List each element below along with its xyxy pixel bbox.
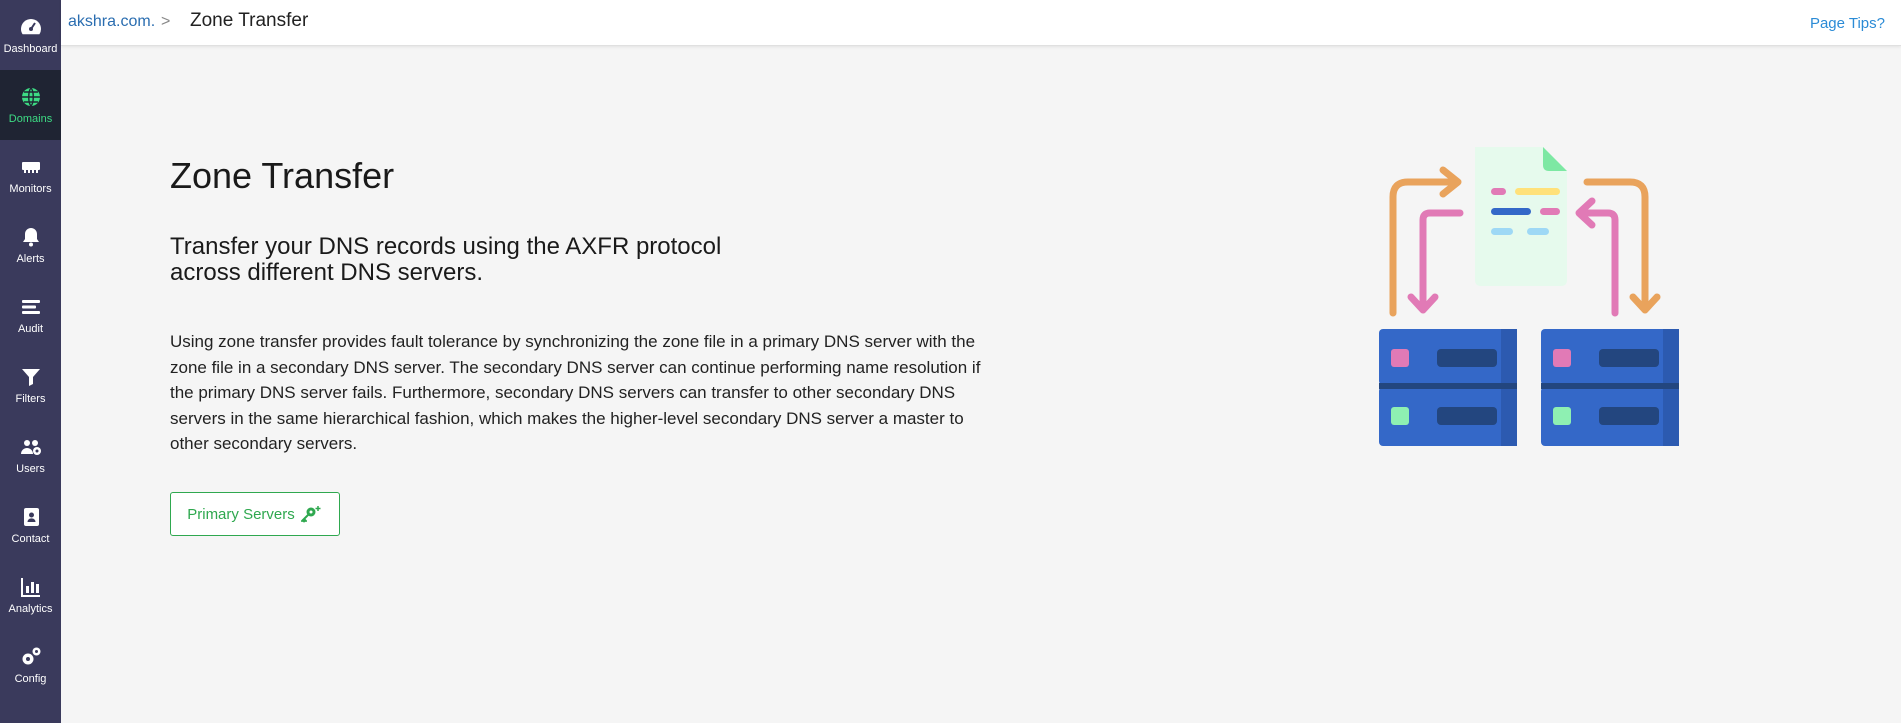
page-tips-link[interactable]: Page Tips?: [1810, 15, 1885, 32]
page-description: Using zone transfer provides fault toler…: [170, 332, 981, 453]
sidebar-item-label: Users: [16, 463, 45, 475]
users-icon: [20, 440, 41, 455]
sidebar-item-domains[interactable]: Domains: [0, 70, 61, 140]
top-bar: akshra.com. > Zone Transfer Page Tips?: [61, 0, 1901, 46]
primary-servers-button[interactable]: Primary Servers: [170, 492, 340, 536]
gears-icon: [22, 647, 40, 665]
sidebar-item-label: Monitors: [9, 183, 52, 195]
zone-transfer-illustration: [1379, 147, 1679, 446]
sidebar-item-label: Audit: [17, 323, 44, 335]
filter-icon: [21, 369, 40, 386]
bell-icon: [22, 228, 39, 247]
sidebar-item-config[interactable]: Config: [0, 630, 61, 700]
sidebar-item-users[interactable]: Users: [0, 420, 61, 490]
sidebar-item-dashboard[interactable]: Dashboard: [0, 0, 61, 70]
key-plus-icon: [300, 506, 321, 523]
monitor-icon: [21, 162, 40, 173]
sidebar-item-label: Filters: [15, 393, 46, 405]
breadcrumb-domain-link[interactable]: akshra.com.: [68, 13, 155, 31]
sidebar-item-label: Contact: [11, 533, 50, 545]
sidebar-item-label: Config: [14, 673, 47, 685]
sidebar-item-filters[interactable]: Filters: [0, 350, 61, 420]
contact-icon: [23, 508, 39, 526]
sidebar-item-label: Alerts: [16, 253, 45, 265]
globe-icon: [21, 87, 40, 107]
gauge-icon: [20, 19, 41, 35]
sidebar-item-audit[interactable]: Audit: [0, 280, 61, 350]
chart-icon: [20, 578, 40, 597]
sidebar-item-contact[interactable]: Contact: [0, 490, 61, 560]
primary-servers-button-label: Primary Servers: [187, 505, 295, 523]
sidebar-item-alerts[interactable]: Alerts: [0, 210, 61, 280]
breadcrumb-current: Zone Transfer: [190, 10, 309, 31]
page-subtitle: Transfer your DNS records using the AXFR…: [170, 233, 722, 286]
sidebar-item-analytics[interactable]: Analytics: [0, 560, 61, 630]
sidebar-item-label: Analytics: [8, 603, 53, 615]
page-title: Zone Transfer: [170, 155, 395, 196]
breadcrumb-separator: >: [161, 13, 171, 30]
sidebar-item-label: Dashboard: [3, 43, 58, 55]
sidebar-item-monitors[interactable]: Monitors: [0, 140, 61, 210]
list-icon: [21, 300, 40, 314]
sidebar-item-label: Domains: [8, 113, 53, 125]
sidebar: Dashboard Domains Monitors Alerts Audit …: [0, 0, 61, 723]
